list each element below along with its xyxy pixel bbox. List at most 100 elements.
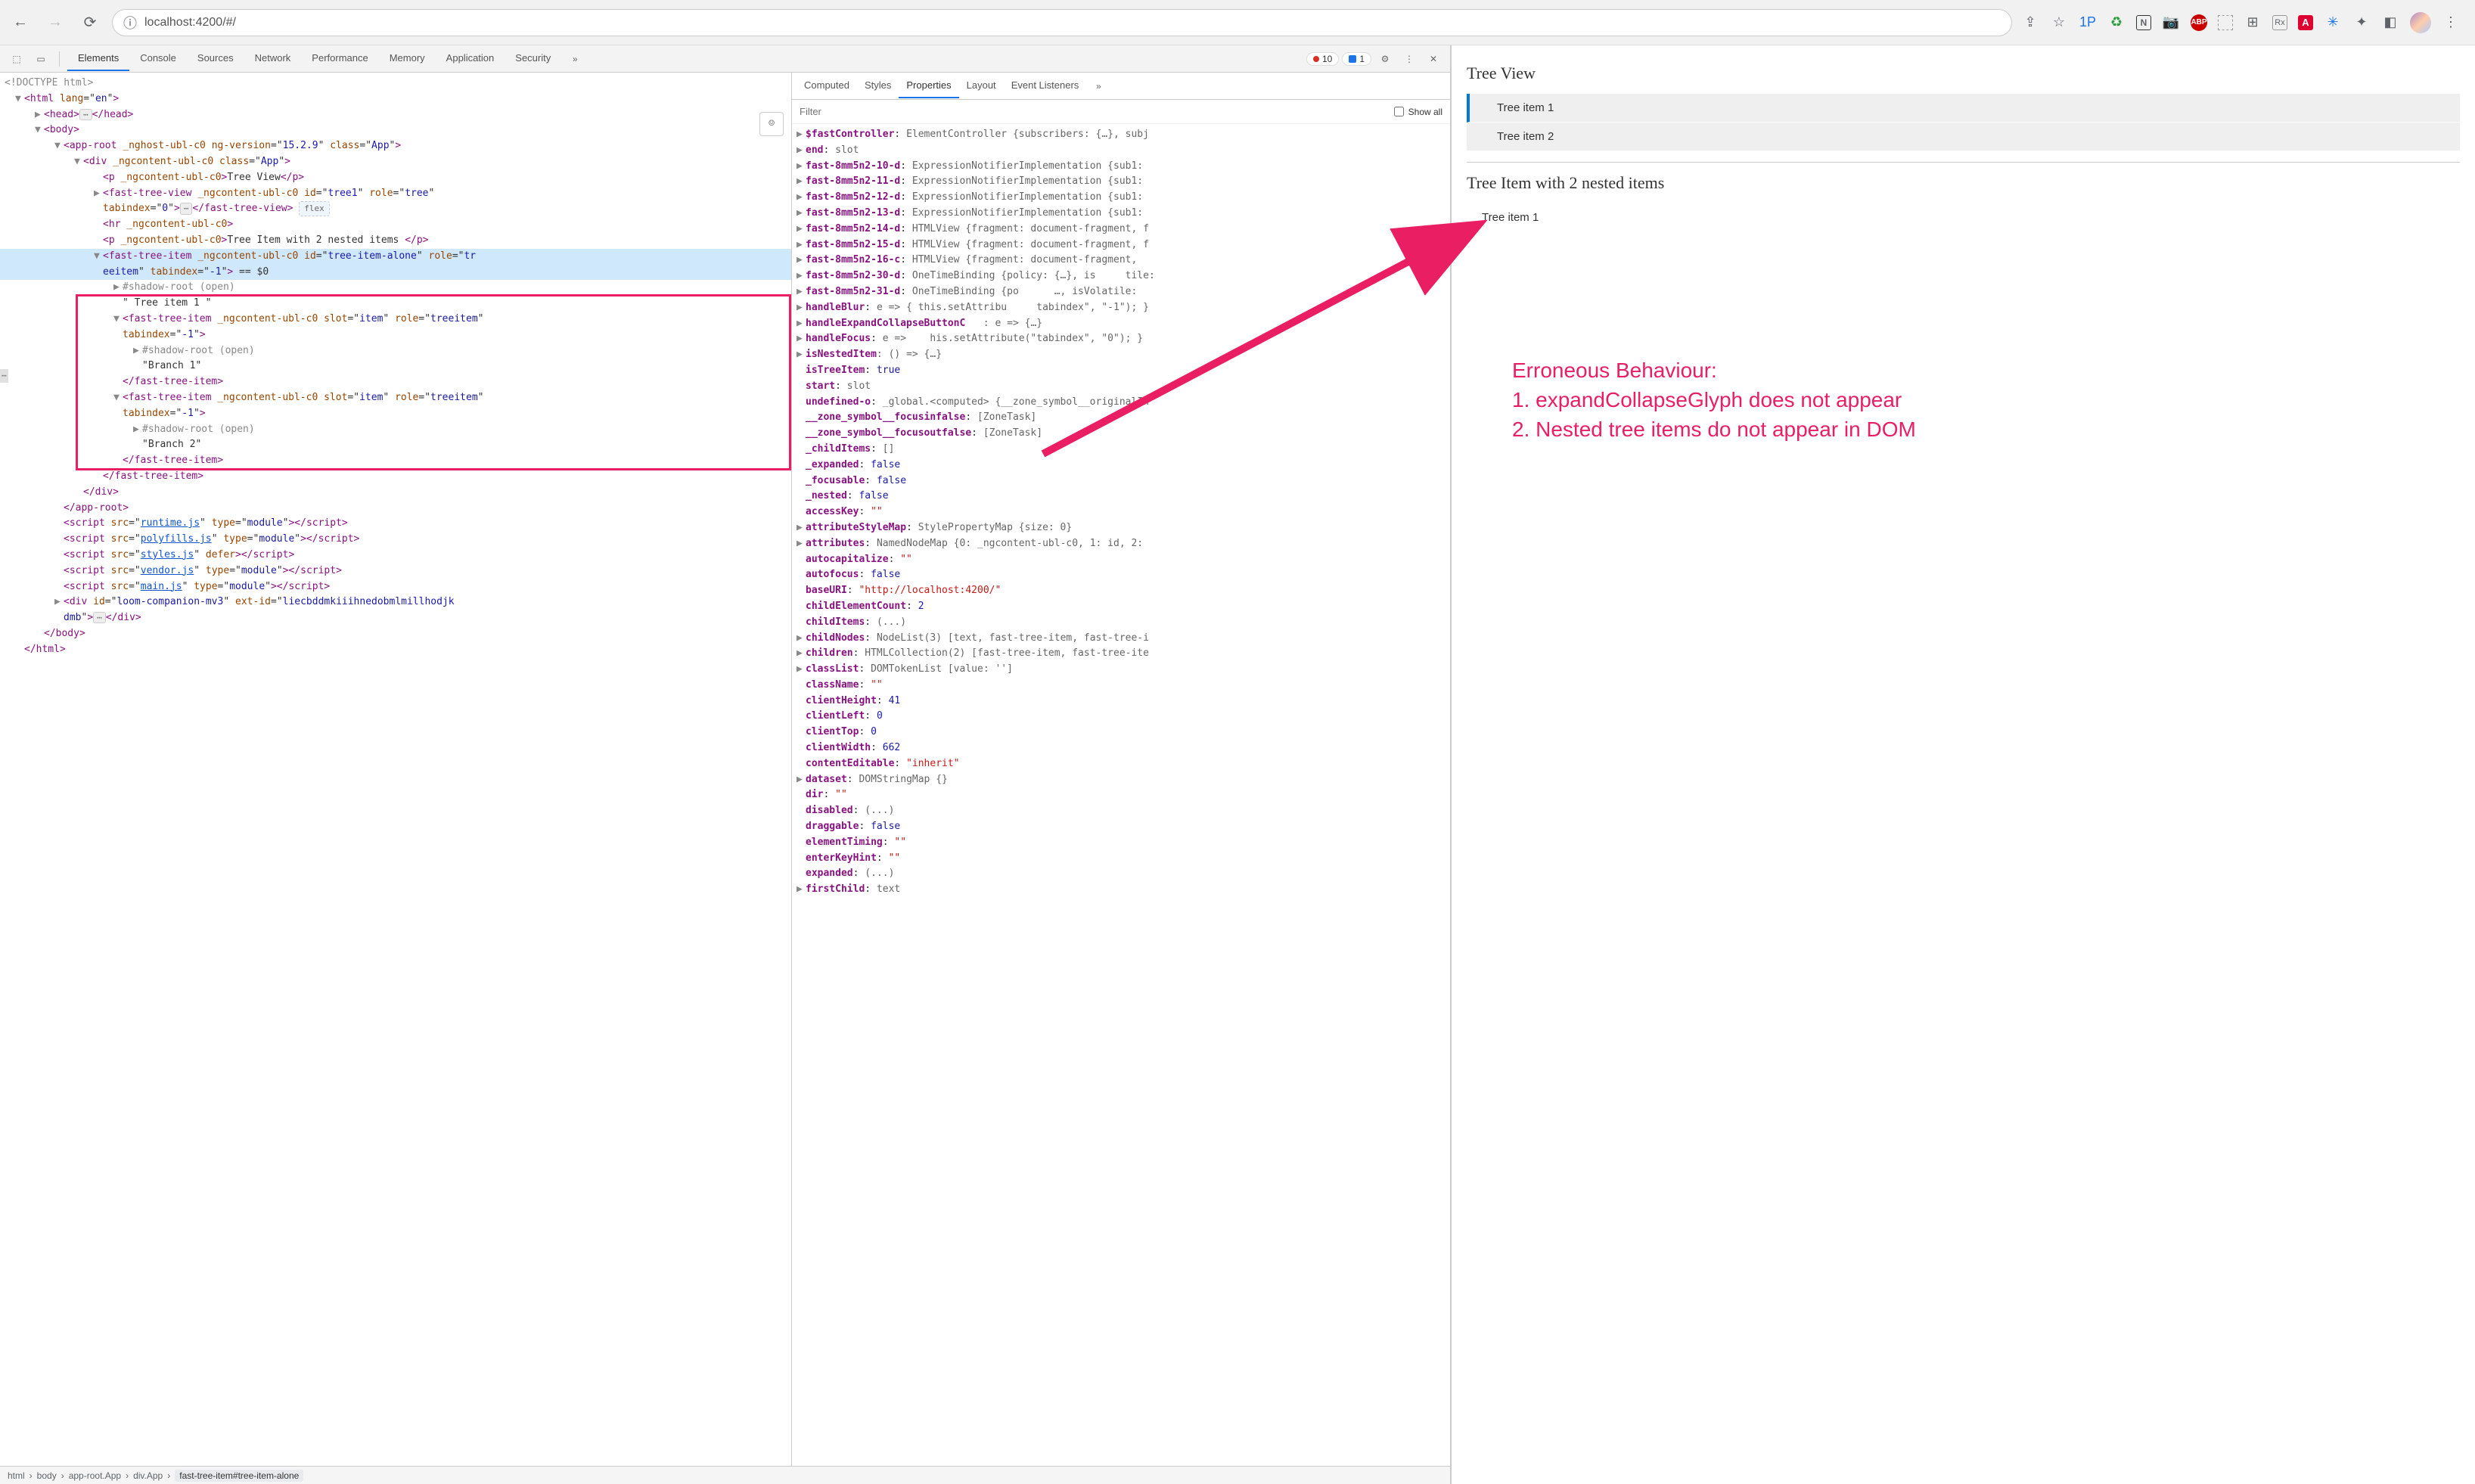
close-devtools-icon[interactable]: ✕	[1423, 48, 1444, 70]
dom-line[interactable]: </fast-tree-item>	[0, 374, 791, 390]
more-sidebar-tabs-icon[interactable]: »	[1088, 76, 1109, 97]
sidebar-tab-layout[interactable]: Layout	[959, 73, 1004, 98]
property-row[interactable]: enterKeyHint: ""	[797, 851, 1446, 867]
dom-line[interactable]: ▶<div id="loom-companion-mv3" ext-id="li…	[0, 595, 791, 610]
property-row[interactable]: childElementCount: 2	[797, 599, 1446, 615]
sidepanel-icon[interactable]: ◧	[2381, 14, 2399, 32]
property-row[interactable]: autofocus: false	[797, 567, 1446, 583]
property-row[interactable]: ▶children: HTMLCollection(2) [fast-tree-…	[797, 646, 1446, 662]
property-row[interactable]: ▶isNestedItem: () => {…}	[797, 347, 1446, 363]
devtools-tab-application[interactable]: Application	[436, 46, 505, 71]
dom-line[interactable]: ▶#shadow-root (open)	[0, 422, 791, 438]
show-all-checkbox[interactable]: Show all	[1394, 107, 1442, 117]
tree-item-2[interactable]: Tree item 2	[1467, 123, 2460, 151]
error-count-badge[interactable]: 10	[1306, 52, 1339, 66]
property-row[interactable]: _expanded: false	[797, 458, 1446, 473]
dom-line[interactable]: "Branch 2"	[0, 437, 791, 453]
property-row[interactable]: draggable: false	[797, 819, 1446, 835]
property-row[interactable]: undefined-o: _global.<computed> {__zone_…	[797, 395, 1446, 411]
sidebar-tab-event-listeners[interactable]: Event Listeners	[1004, 73, 1087, 98]
devtools-tab-performance[interactable]: Performance	[301, 46, 378, 71]
more-tabs-icon[interactable]: »	[564, 48, 585, 70]
dom-line[interactable]: <script src="runtime.js" type="module"><…	[0, 516, 791, 532]
ext-grid-icon[interactable]: ⊞	[2244, 14, 2262, 32]
settings-gear-icon[interactable]: ⚙	[1374, 48, 1396, 70]
property-row[interactable]: start: slot	[797, 379, 1446, 395]
devtools-menu-icon[interactable]: ⋮	[1399, 48, 1420, 70]
property-row[interactable]: ▶handleFocus: e => his.setAttribute("tab…	[797, 331, 1446, 347]
property-row[interactable]: ▶fast-8mm5n2-13-d: ExpressionNotifierImp…	[797, 206, 1446, 222]
dom-line[interactable]: ▼<div _ngcontent-ubl-c0 class="App">	[0, 154, 791, 170]
ext-rx-icon[interactable]: Rx	[2272, 15, 2287, 30]
property-row[interactable]: ▶fast-8mm5n2-14-d: HTMLView {fragment: d…	[797, 222, 1446, 238]
property-row[interactable]: className: ""	[797, 678, 1446, 694]
dom-line[interactable]: <script src="styles.js" defer></script>	[0, 548, 791, 563]
profile-avatar[interactable]	[2410, 12, 2431, 33]
property-row[interactable]: ▶dataset: DOMStringMap {}	[797, 772, 1446, 788]
dom-line[interactable]: ▼<fast-tree-item _ngcontent-ubl-c0 slot=…	[0, 312, 791, 328]
property-row[interactable]: isTreeItem: true	[797, 363, 1446, 379]
devtools-tab-elements[interactable]: Elements	[67, 46, 129, 71]
extensions-puzzle-icon[interactable]: ✦	[2352, 14, 2371, 32]
ext-recycle-icon[interactable]: ♻	[2107, 14, 2126, 32]
doctype-line[interactable]: <!DOCTYPE html>	[0, 76, 791, 92]
ext-angular-icon[interactable]: A	[2298, 15, 2313, 30]
property-row[interactable]: clientWidth: 662	[797, 740, 1446, 756]
property-row[interactable]: ▶fast-8mm5n2-11-d: ExpressionNotifierImp…	[797, 174, 1446, 190]
ext-blank-icon[interactable]	[2218, 15, 2233, 30]
share-icon[interactable]: ⇪	[2021, 14, 2039, 32]
property-row[interactable]: ▶handleExpandCollapseButtonC : e => {…}	[797, 316, 1446, 332]
ext-snowflake-icon[interactable]: ✳	[2324, 14, 2342, 32]
gutter-dots-icon[interactable]: ⋯	[0, 369, 8, 383]
dom-line[interactable]: ▼<body>	[0, 123, 791, 138]
accessibility-icon[interactable]: ☺	[759, 112, 784, 136]
dom-line[interactable]: </fast-tree-item>	[0, 453, 791, 469]
devtools-tab-console[interactable]: Console	[129, 46, 187, 71]
property-row[interactable]: ▶firstChild: text	[797, 882, 1446, 898]
dom-line[interactable]: </body>	[0, 626, 791, 642]
dom-line[interactable]: dmb">⋯</div>	[0, 610, 791, 626]
dom-line[interactable]: "Branch 1"	[0, 359, 791, 374]
property-row[interactable]: childItems: (...)	[797, 615, 1446, 631]
sidebar-tab-properties[interactable]: Properties	[899, 73, 958, 98]
dom-line[interactable]: ▼<html lang="en">	[0, 92, 791, 107]
property-row[interactable]: ▶fast-8mm5n2-30-d: OneTimeBinding {polic…	[797, 269, 1446, 284]
back-button[interactable]: ←	[8, 10, 33, 36]
devtools-tab-network[interactable]: Network	[244, 46, 302, 71]
property-row[interactable]: baseURI: "http://localhost:4200/"	[797, 583, 1446, 599]
reload-button[interactable]: ⟳	[77, 10, 103, 36]
property-row[interactable]: __zone_symbol__focusoutfalse: [ZoneTask]	[797, 426, 1446, 442]
dom-line[interactable]: eeitem" tabindex="-1"> == $0	[0, 265, 791, 281]
property-row[interactable]: accessKey: ""	[797, 504, 1446, 520]
dom-line[interactable]: </div>	[0, 485, 791, 501]
property-row[interactable]: _focusable: false	[797, 473, 1446, 489]
site-info-icon[interactable]: ⓘ	[123, 13, 137, 33]
chrome-menu-icon[interactable]: ⋮	[2442, 14, 2460, 32]
property-row[interactable]: _nested: false	[797, 489, 1446, 504]
property-row[interactable]: ▶fast-8mm5n2-16-c: HTMLView {fragment: d…	[797, 253, 1446, 269]
devtools-tab-security[interactable]: Security	[505, 46, 561, 71]
devtools-tab-sources[interactable]: Sources	[187, 46, 244, 71]
property-row[interactable]: ▶$fastController: ElementController {sub…	[797, 127, 1446, 143]
property-row[interactable]: expanded: (...)	[797, 866, 1446, 882]
dom-line[interactable]: <script src="main.js" type="module"></sc…	[0, 579, 791, 595]
sidebar-tab-computed[interactable]: Computed	[797, 73, 857, 98]
property-row[interactable]: ▶attributeStyleMap: StylePropertyMap {si…	[797, 520, 1446, 536]
property-row[interactable]: disabled: (...)	[797, 803, 1446, 819]
dom-line[interactable]: tabindex="-1">	[0, 406, 791, 422]
breadcrumb-segment[interactable]: div.App	[133, 1470, 163, 1481]
property-row[interactable]: ▶fast-8mm5n2-12-d: ExpressionNotifierImp…	[797, 190, 1446, 206]
property-row[interactable]: ▶fast-8mm5n2-15-d: HTMLView {fragment: d…	[797, 238, 1446, 253]
dom-line[interactable]: </app-root>	[0, 501, 791, 517]
property-row[interactable]: __zone_symbol__focusinfalse: [ZoneTask]	[797, 410, 1446, 426]
dom-line[interactable]: ▶<head>⋯</head>	[0, 107, 791, 123]
breadcrumb-segment[interactable]: fast-tree-item#tree-item-alone	[175, 1470, 303, 1482]
dom-line[interactable]: ▼<fast-tree-item _ngcontent-ubl-c0 slot=…	[0, 390, 791, 406]
dom-line[interactable]: <hr _ngcontent-ubl-c0>	[0, 217, 791, 233]
breadcrumb-segment[interactable]: body	[37, 1470, 57, 1481]
address-bar[interactable]: ⓘ localhost:4200/#/	[112, 9, 2012, 36]
properties-filter-input[interactable]	[800, 106, 1387, 117]
info-count-badge[interactable]: 1	[1342, 52, 1371, 66]
dom-line[interactable]: ▼<fast-tree-item _ngcontent-ubl-c0 id="t…	[0, 249, 791, 265]
property-row[interactable]: autocapitalize: ""	[797, 552, 1446, 568]
